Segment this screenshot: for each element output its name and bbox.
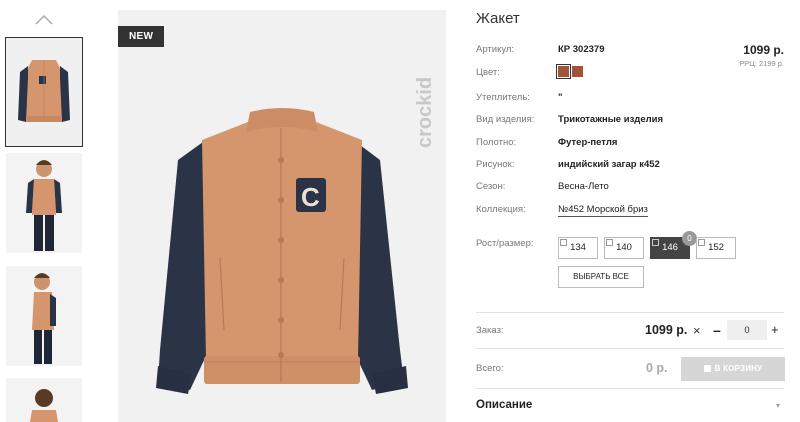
attr-value: КР 302379 [558,44,605,55]
main-product-image[interactable]: NEW crockid C [118,10,446,422]
jacket-image: C [156,108,408,394]
size-checkbox-icon [606,239,613,246]
size-checkbox-icon [560,239,567,246]
recommended-price: РРЦ: 2199 р. [739,59,784,68]
attr-value: Футер-петля [558,137,618,148]
color-swatch-selected[interactable] [556,64,571,79]
thumbnail-model-back[interactable] [6,378,82,422]
order-price: 1099 р. [645,323,688,337]
size-value: 152 [708,242,724,253]
total-value: 0 р. [646,361,668,375]
chevron-up-icon[interactable] [34,12,54,28]
collection-link[interactable]: №452 Морской бриз [558,204,648,217]
attr-key: Цвет: [476,67,500,78]
quantity-input[interactable] [727,320,767,340]
size-value: 146 [662,242,678,253]
select-all-button[interactable]: ВЫБРАТЬ ВСЕ [558,266,644,288]
product-title: Жакет [476,10,520,27]
svg-text:C: C [301,182,320,212]
order-label: Заказ: [476,325,504,336]
attr-key: Сезон: [476,181,506,192]
total-label: Всего: [476,363,504,374]
attr-key: Вид изделия: [476,114,535,125]
description-toggle[interactable]: Описание [476,399,532,411]
thumbnail-jacket-front[interactable] [5,37,83,147]
times-icon: × [693,323,701,338]
size-option-134[interactable]: 134 [558,237,598,259]
thumbnail-model-side[interactable] [6,266,82,366]
size-checkbox-icon [698,239,705,246]
divider [476,388,784,389]
size-value: 140 [616,242,632,253]
divider [476,348,784,349]
size-option-140[interactable]: 140 [604,237,644,259]
product-price: 1099 р. [743,43,784,57]
cart-icon [703,365,711,372]
increase-quantity-button[interactable]: + [771,322,779,337]
thumbnail-model-front[interactable] [6,153,82,253]
chevron-down-icon[interactable]: ▾ [776,401,780,410]
size-value: 134 [570,242,586,253]
attr-key: Артикул: [476,44,515,55]
size-checkbox-icon [652,239,659,246]
attr-key: Рисунок: [476,159,515,170]
cart-button-label: В КОРЗИНУ [714,364,763,373]
attr-key: Утеплитель: [476,92,530,103]
attr-value: Весна-Лето [558,181,609,192]
decrease-quantity-button[interactable]: – [713,322,721,338]
color-swatch[interactable] [572,66,583,77]
attr-key: Полотно: [476,137,517,148]
attr-value: Трикотажные изделия [558,114,664,125]
divider [476,312,784,313]
size-option-146[interactable]: 146 0 [650,231,697,259]
attr-value: индийский загар к452 [558,159,660,170]
attr-key: Коллекция: [476,204,526,215]
add-to-cart-button[interactable]: В КОРЗИНУ [681,357,785,381]
size-stock-badge: 0 [682,231,697,246]
attr-value: " [558,92,563,103]
size-label: Рост/размер: [476,238,534,249]
size-option-152[interactable]: 152 [696,237,736,259]
